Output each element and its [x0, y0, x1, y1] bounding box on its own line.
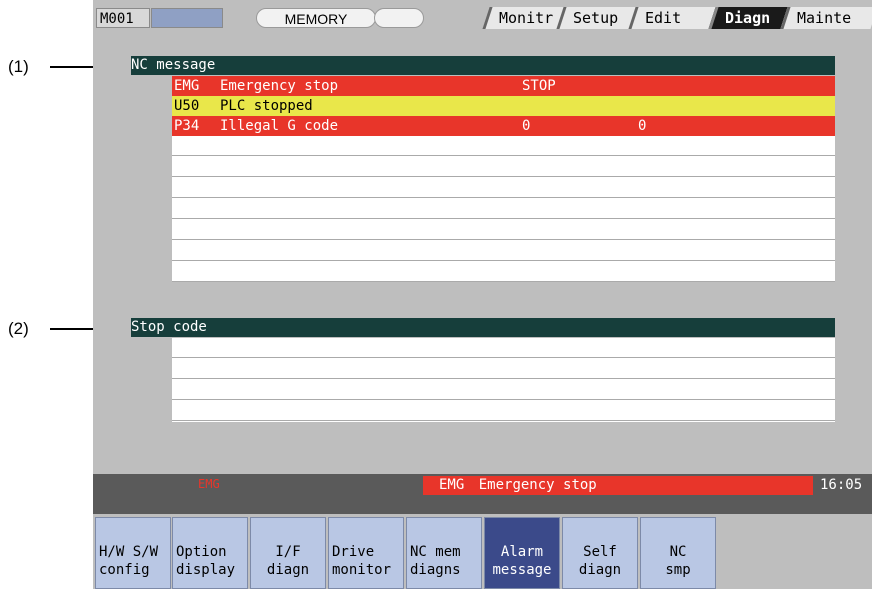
status-alarm-message: EMG Emergency stop — [423, 476, 813, 495]
operation-sub-mode — [374, 8, 424, 28]
table-row — [172, 401, 835, 421]
menu-option-display[interactable]: Option display — [172, 517, 248, 589]
menu-drive-monitor[interactable]: Drive monitor — [328, 517, 404, 589]
menu-label-line1: I/F — [275, 544, 301, 560]
operation-mode: MEMORY — [256, 8, 376, 28]
callout-1: (1) — [8, 57, 29, 76]
tab-mainte[interactable]: Mainte — [780, 7, 872, 29]
tab-diagn[interactable]: Diagn — [708, 7, 788, 29]
menu-label-line2: monitor — [332, 562, 392, 578]
menu-label-line2: diagns — [410, 562, 461, 578]
table-row[interactable]: U50 PLC stopped — [172, 96, 835, 116]
alarm-info-1: STOP — [522, 78, 556, 94]
tab-monitr[interactable]: Monitr — [482, 7, 564, 29]
status-alarm-code: EMG — [439, 477, 465, 493]
status-alarm-text: Emergency stop — [478, 477, 597, 493]
menu-label-line1: Alarm — [500, 544, 544, 560]
menu-alarm-message[interactable]: Alarm message — [484, 517, 560, 589]
tab-setup[interactable]: Setup — [556, 7, 636, 29]
alarm-info-2: 0 — [638, 118, 647, 134]
table-row — [172, 157, 835, 177]
menu-hw-sw-config[interactable]: H/W S/W config — [95, 517, 171, 589]
table-row — [172, 178, 835, 198]
table-row — [172, 338, 835, 358]
alarm-info-1: 0 — [522, 118, 531, 134]
stop-code-title: Stop code — [131, 319, 207, 335]
alarm-text: Emergency stop — [220, 78, 339, 94]
alarm-text: Illegal G code — [220, 118, 339, 134]
menu-label-line1: NC mem — [410, 544, 461, 560]
table-row — [172, 241, 835, 261]
menu-label-line2: diagn — [578, 562, 622, 578]
menu-label-line2: display — [176, 562, 236, 578]
callout-2: (2) — [8, 319, 29, 338]
nc-message-header: NC message — [131, 56, 835, 75]
table-row — [172, 199, 835, 219]
program-number: M001 — [96, 8, 150, 28]
nc-message-title: NC message — [131, 57, 216, 73]
menu-self-diagn[interactable]: Self diagn — [562, 517, 638, 589]
stop-code-header: Stop code — [131, 318, 835, 337]
table-row — [172, 262, 835, 282]
menu-nc-mem-diagns[interactable]: NC mem diagns — [406, 517, 482, 589]
table-row — [172, 380, 835, 400]
tab-edit[interactable]: Edit — [628, 7, 716, 29]
menu-label-line1: Option — [176, 544, 227, 560]
menu-nc-smp[interactable]: NC smp — [640, 517, 716, 589]
table-row[interactable]: P34 Illegal G code 0 0 — [172, 116, 835, 136]
alarm-code: EMG — [174, 78, 200, 94]
table-row — [172, 220, 835, 240]
menu-label-line1: NC — [669, 544, 687, 560]
menu-label-line1: Drive — [332, 544, 375, 560]
alarm-code: P34 — [174, 118, 200, 134]
alarm-text: PLC stopped — [220, 98, 313, 114]
menu-label-line1: Self — [583, 544, 617, 560]
menu-label-line2: message — [492, 562, 552, 578]
menu-label-line2: config — [99, 562, 150, 578]
menu-label-line1: H/W S/W — [99, 544, 159, 560]
table-row — [172, 136, 835, 156]
table-row[interactable]: EMG Emergency stop STOP — [172, 76, 835, 96]
alarm-code: U50 — [174, 98, 200, 114]
status-emg-indicator: EMG — [198, 477, 220, 491]
menu-label-line2: diagn — [266, 562, 310, 578]
table-row — [172, 359, 835, 379]
menu-label-line2: smp — [665, 562, 691, 578]
menu-if-diagn[interactable]: I/F diagn — [250, 517, 326, 589]
program-indicator — [151, 8, 223, 28]
clock: 16:05 — [820, 477, 863, 493]
